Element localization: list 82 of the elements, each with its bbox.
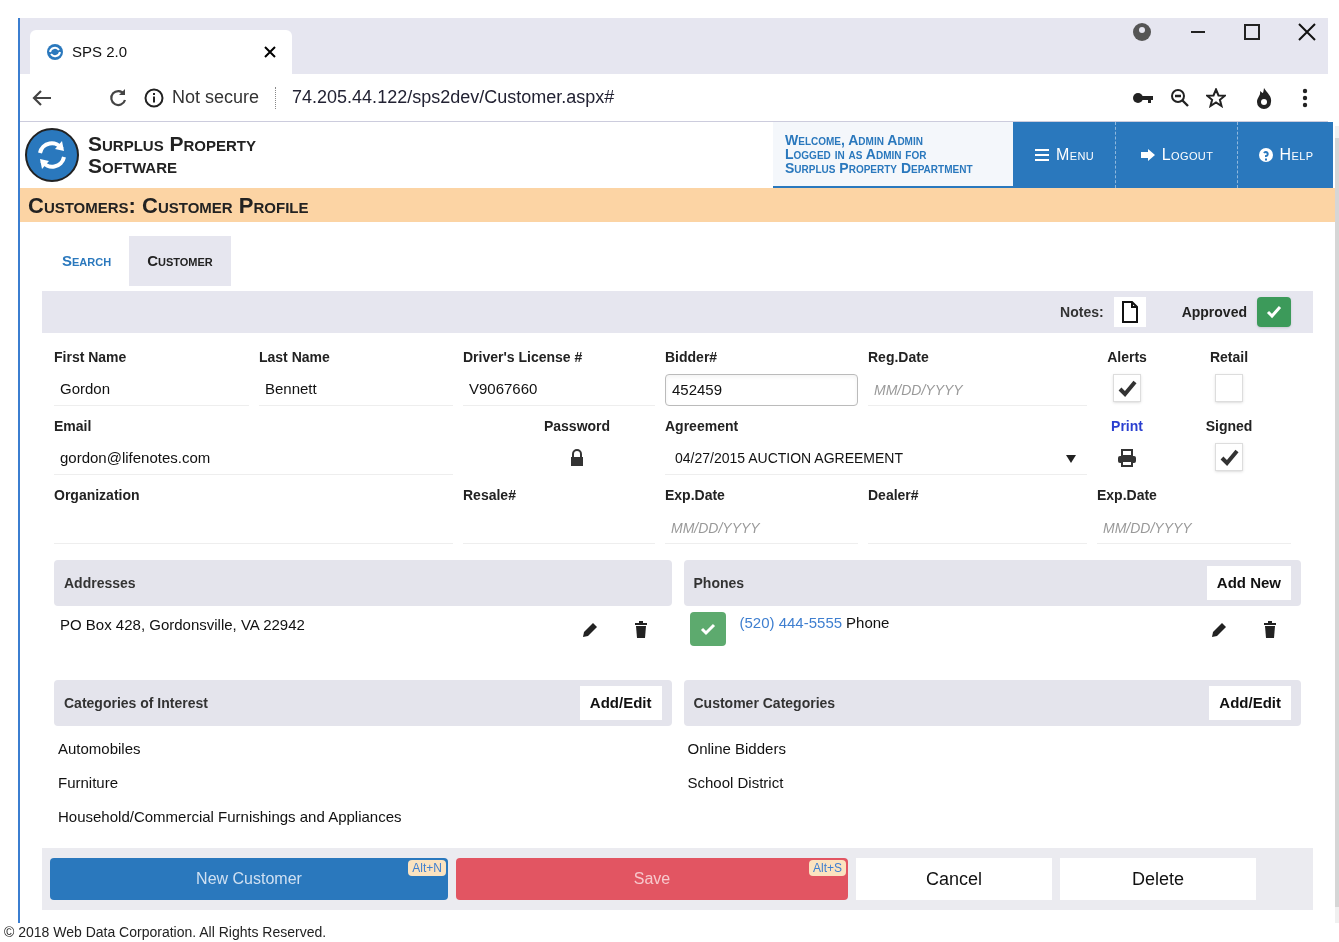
phone-link[interactable]: (520) 444-5555: [739, 612, 843, 635]
info-icon[interactable]: [144, 87, 164, 108]
field-label: Reg.Date: [868, 348, 930, 367]
category-item: Furniture: [57, 772, 120, 793]
add-button[interactable]: Add/Edit: [1209, 686, 1291, 720]
star-icon[interactable]: [1206, 87, 1226, 108]
key-icon[interactable]: [1132, 90, 1154, 105]
tab-title: SPS 2.0: [72, 41, 128, 62]
printer-icon[interactable]: [1117, 449, 1137, 467]
nav-button[interactable]: Logout: [1115, 122, 1237, 188]
maximize-icon[interactable]: [1244, 24, 1260, 40]
field-label: Dealer#: [868, 486, 920, 505]
checkbox[interactable]: [1215, 443, 1243, 471]
lock-icon[interactable]: [570, 449, 584, 467]
notes-button[interactable]: [1113, 297, 1146, 327]
add-button[interactable]: Add New: [1206, 566, 1291, 600]
flame-icon[interactable]: [1254, 86, 1274, 109]
close-icon[interactable]: [1298, 23, 1316, 41]
menu-icon: [1033, 147, 1050, 163]
field-label: Agreement: [665, 417, 740, 436]
help-icon: [1257, 147, 1274, 163]
field-label: Password: [543, 417, 611, 436]
logout-icon: [1139, 147, 1156, 163]
nav-button[interactable]: Menu: [1013, 122, 1115, 188]
approved-checkbox[interactable]: [1257, 297, 1291, 327]
address-bar[interactable]: 74.205.44.122/sps2dev/Customer.aspx#: [292, 84, 1116, 111]
shortcut-badge: Alt+N: [408, 860, 446, 876]
zoom-out-icon[interactable]: [1170, 87, 1190, 108]
field-label: Driver's License #: [463, 348, 584, 367]
action-button[interactable]: Delete: [1060, 858, 1256, 900]
field-label: Exp.Date: [1097, 486, 1158, 505]
profile-icon[interactable]: [1132, 22, 1152, 42]
check-icon: [1219, 447, 1239, 467]
dropdown-arrow-icon: [1065, 453, 1077, 464]
reload-icon[interactable]: [108, 87, 128, 108]
phone-type: Phone: [846, 613, 890, 633]
approved-label: Approved: [1181, 302, 1247, 322]
checkbox[interactable]: [1215, 374, 1243, 402]
category-item: Automobiles: [57, 738, 142, 759]
close-icon[interactable]: [264, 46, 276, 58]
check-icon: [1117, 378, 1137, 398]
section-title: Phones: [693, 573, 745, 593]
field-label: Last Name: [259, 348, 331, 367]
field-label: Signed: [1205, 417, 1253, 436]
shortcut-badge: Alt+S: [809, 860, 846, 876]
nav-button[interactable]: Help: [1237, 122, 1333, 188]
address-text: PO Box 428, Gordonsville, VA 22942: [60, 615, 305, 635]
copyright-text: © 2018 Web Data Corporation. All Rights Reserved.: [4, 923, 327, 942]
section-title: Addresses: [64, 573, 136, 593]
field-label: First Name: [54, 348, 128, 367]
edit-icon[interactable]: [1209, 620, 1229, 640]
section-title: Categories of Interest: [64, 693, 208, 713]
field-label: Bidder#: [665, 348, 719, 367]
action-button[interactable]: Cancel: [856, 858, 1052, 900]
print-link[interactable]: Print: [1111, 416, 1143, 437]
section-title: Customer Categories: [693, 693, 836, 713]
tab[interactable]: Customer: [129, 236, 231, 286]
logo-icon: [24, 127, 80, 183]
action-button[interactable]: New Customer Alt+N: [50, 858, 448, 900]
document-icon: [1121, 301, 1138, 323]
field-label: Organization: [54, 486, 141, 505]
welcome-panel: Welcome, Admin Admin Logged in as Admin for Surplus Property Department: [773, 122, 1013, 188]
page-title: Customers: Customer Profile: [20, 188, 1335, 222]
input-field[interactable]: 452459: [665, 374, 858, 406]
category-item: School District: [686, 772, 785, 793]
primary-checkbox[interactable]: [689, 612, 726, 646]
field-label: Alerts: [1107, 348, 1147, 367]
more-icon[interactable]: [1302, 87, 1308, 108]
delete-icon[interactable]: [1261, 620, 1279, 640]
app-logo-text: Surplus Property Software: [88, 133, 257, 177]
notes-label: Notes:: [1060, 302, 1104, 322]
add-button[interactable]: Add/Edit: [579, 686, 662, 720]
back-icon[interactable]: [32, 88, 52, 107]
category-item: Online Bidders: [686, 738, 787, 759]
field-label: Exp.Date: [665, 486, 726, 505]
security-label: Not secure: [172, 86, 260, 109]
category-item: Household/Commercial Furnishings and Appliances: [57, 806, 403, 827]
browser-tab[interactable]: SPS 2.0: [30, 30, 292, 74]
field-label: Email: [54, 417, 93, 436]
field-label: Resale#: [463, 486, 517, 505]
field-label: Retail: [1209, 348, 1249, 367]
checkbox[interactable]: [1113, 374, 1141, 402]
